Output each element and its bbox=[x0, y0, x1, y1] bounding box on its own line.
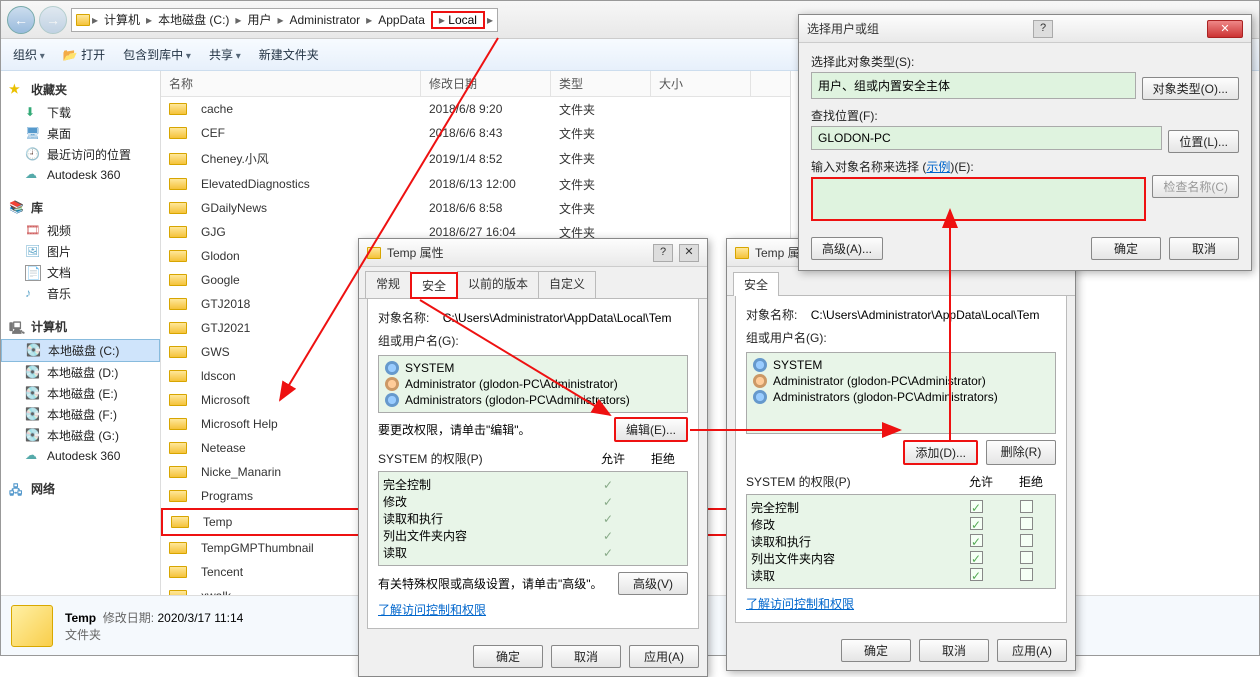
nav-recent[interactable]: 🕘最近访问的位置 bbox=[1, 144, 160, 165]
nav-desktop[interactable]: 🖥桌面 bbox=[1, 123, 160, 144]
nav-libraries[interactable]: 📚库 bbox=[1, 195, 160, 220]
folder-icon bbox=[735, 247, 749, 259]
tb-include[interactable]: 包含到库中 bbox=[123, 46, 191, 63]
nav-disk-e[interactable]: 💽本地磁盘 (E:) bbox=[1, 383, 160, 404]
user-list[interactable]: SYSTEM Administrator (glodon-PC\Administ… bbox=[746, 352, 1056, 434]
remove-button[interactable]: 删除(R) bbox=[986, 440, 1056, 465]
learn-link[interactable]: 了解访问控制和权限 bbox=[378, 603, 486, 617]
add-button[interactable]: 添加(D)... bbox=[903, 440, 978, 465]
apply-button[interactable]: 应用(A) bbox=[629, 645, 699, 668]
nav-favorites[interactable]: ★收藏夹 bbox=[1, 77, 160, 102]
tab-security[interactable]: 安全 bbox=[733, 272, 779, 296]
check-names-button[interactable]: 检查名称(C) bbox=[1152, 175, 1239, 198]
nav-pictures[interactable]: 🖼图片 bbox=[1, 241, 160, 262]
user-icon bbox=[753, 374, 767, 388]
tab-security[interactable]: 安全 bbox=[410, 272, 458, 299]
back-button[interactable]: ← bbox=[7, 6, 35, 34]
nav-music[interactable]: ♪音乐 bbox=[1, 283, 160, 304]
apply-button[interactable]: 应用(A) bbox=[997, 639, 1067, 662]
col-type[interactable]: 类型 bbox=[551, 71, 651, 96]
locations-button[interactable]: 位置(L)... bbox=[1168, 130, 1239, 153]
advanced-button[interactable]: 高级(A)... bbox=[811, 237, 883, 260]
status-name: Temp bbox=[65, 611, 96, 625]
tb-newfolder[interactable]: 新建文件夹 bbox=[259, 46, 319, 63]
file-row[interactable]: ElevatedDiagnostics2018/6/13 12:00文件夹 bbox=[161, 172, 790, 196]
user-list[interactable]: SYSTEM Administrator (glodon-PC\Administ… bbox=[378, 355, 688, 413]
group-icon bbox=[753, 358, 767, 372]
dlg1-title[interactable]: Temp 属性?✕ bbox=[359, 239, 707, 267]
nav-disk-f[interactable]: 💽本地磁盘 (F:) bbox=[1, 404, 160, 425]
cancel-button[interactable]: 取消 bbox=[1169, 237, 1239, 260]
file-header: 名称 修改日期 类型 大小 bbox=[161, 71, 790, 97]
file-row[interactable]: CEF2018/6/6 8:43文件夹 bbox=[161, 121, 790, 145]
close-button[interactable]: ✕ bbox=[1207, 20, 1243, 38]
help-button[interactable]: ? bbox=[1033, 20, 1053, 38]
select-user-dialog: 选择用户或组?✕ 选择此对象类型(S): 用户、组或内置安全主体 对象类型(O)… bbox=[798, 14, 1252, 271]
ok-button[interactable]: 确定 bbox=[1091, 237, 1161, 260]
object-name-input[interactable] bbox=[811, 177, 1146, 221]
bc-users[interactable]: 用户 bbox=[243, 11, 275, 28]
nav-documents[interactable]: 📄文档 bbox=[1, 262, 160, 283]
tb-organize[interactable]: 组织 bbox=[13, 46, 45, 63]
group-icon bbox=[385, 393, 399, 407]
user-icon bbox=[385, 377, 399, 391]
bc-computer[interactable]: 计算机 bbox=[100, 11, 144, 28]
nav-disk-c[interactable]: 💽本地磁盘 (C:) bbox=[1, 339, 160, 362]
nav-pane: ★收藏夹 ⬇下载 🖥桌面 🕘最近访问的位置 ☁Autodesk 360 📚库 🎞… bbox=[1, 71, 161, 595]
sel-title[interactable]: 选择用户或组?✕ bbox=[799, 15, 1251, 43]
properties-dialog-1: Temp 属性?✕ 常规 安全 以前的版本 自定义 对象名称: C:\Users… bbox=[358, 238, 708, 677]
nav-disk-g[interactable]: 💽本地磁盘 (G:) bbox=[1, 425, 160, 446]
nav-downloads[interactable]: ⬇下载 bbox=[1, 102, 160, 123]
nav-autodesk360[interactable]: ☁Autodesk 360 bbox=[1, 165, 160, 185]
file-row[interactable]: cache2018/6/8 9:20文件夹 bbox=[161, 97, 790, 121]
bc-local-highlight[interactable]: ▸ Local bbox=[431, 11, 485, 29]
help-button[interactable]: ? bbox=[653, 244, 673, 262]
nav-autodesk360b[interactable]: ☁Autodesk 360 bbox=[1, 446, 160, 466]
folder-icon bbox=[76, 14, 90, 26]
tab-previous[interactable]: 以前的版本 bbox=[457, 271, 539, 298]
object-type-field: 用户、组或内置安全主体 bbox=[811, 72, 1136, 99]
file-row[interactable]: GDailyNews2018/6/6 8:58文件夹 bbox=[161, 196, 790, 220]
learn-link[interactable]: 了解访问控制和权限 bbox=[746, 597, 854, 611]
nav-computer[interactable]: 🖳计算机 bbox=[1, 314, 160, 339]
tb-share[interactable]: 共享 bbox=[209, 46, 241, 63]
folder-icon bbox=[11, 605, 53, 647]
col-date[interactable]: 修改日期 bbox=[421, 71, 551, 96]
example-link[interactable]: 示例 bbox=[926, 160, 950, 174]
breadcrumb[interactable]: ▸ 计算机▸ 本地磁盘 (C:)▸ 用户▸ Administrator▸ App… bbox=[71, 8, 498, 32]
edit-button[interactable]: 编辑(E)... bbox=[614, 417, 688, 442]
tb-open[interactable]: 📂 打开 bbox=[63, 46, 105, 63]
col-size[interactable]: 大小 bbox=[651, 71, 751, 96]
ok-button[interactable]: 确定 bbox=[841, 639, 911, 662]
forward-button[interactable]: → bbox=[39, 6, 67, 34]
col-name[interactable]: 名称 bbox=[161, 71, 421, 96]
tab-general[interactable]: 常规 bbox=[365, 271, 411, 298]
properties-dialog-2: Temp 属 安全 对象名称: C:\Users\Administrator\A… bbox=[726, 238, 1076, 671]
bc-appdata[interactable]: AppData bbox=[374, 13, 429, 27]
group-icon bbox=[385, 361, 399, 375]
nav-disk-d[interactable]: 💽本地磁盘 (D:) bbox=[1, 362, 160, 383]
advanced-button[interactable]: 高级(V) bbox=[618, 572, 688, 595]
nav-videos[interactable]: 🎞视频 bbox=[1, 220, 160, 241]
ok-button[interactable]: 确定 bbox=[473, 645, 543, 668]
object-types-button[interactable]: 对象类型(O)... bbox=[1142, 77, 1239, 100]
bc-admin[interactable]: Administrator bbox=[285, 13, 364, 27]
nav-network[interactable]: 🖧网络 bbox=[1, 476, 160, 501]
close-button[interactable]: ✕ bbox=[679, 244, 699, 262]
cancel-button[interactable]: 取消 bbox=[919, 639, 989, 662]
tab-custom[interactable]: 自定义 bbox=[538, 271, 596, 298]
location-field: GLODON-PC bbox=[811, 126, 1162, 150]
status-type: 文件夹 bbox=[65, 626, 243, 643]
group-icon bbox=[753, 390, 767, 404]
cancel-button[interactable]: 取消 bbox=[551, 645, 621, 668]
folder-icon bbox=[367, 247, 381, 259]
file-row[interactable]: Cheney.小风2019/1/4 8:52文件夹 bbox=[161, 145, 790, 172]
bc-c[interactable]: 本地磁盘 (C:) bbox=[154, 11, 233, 28]
